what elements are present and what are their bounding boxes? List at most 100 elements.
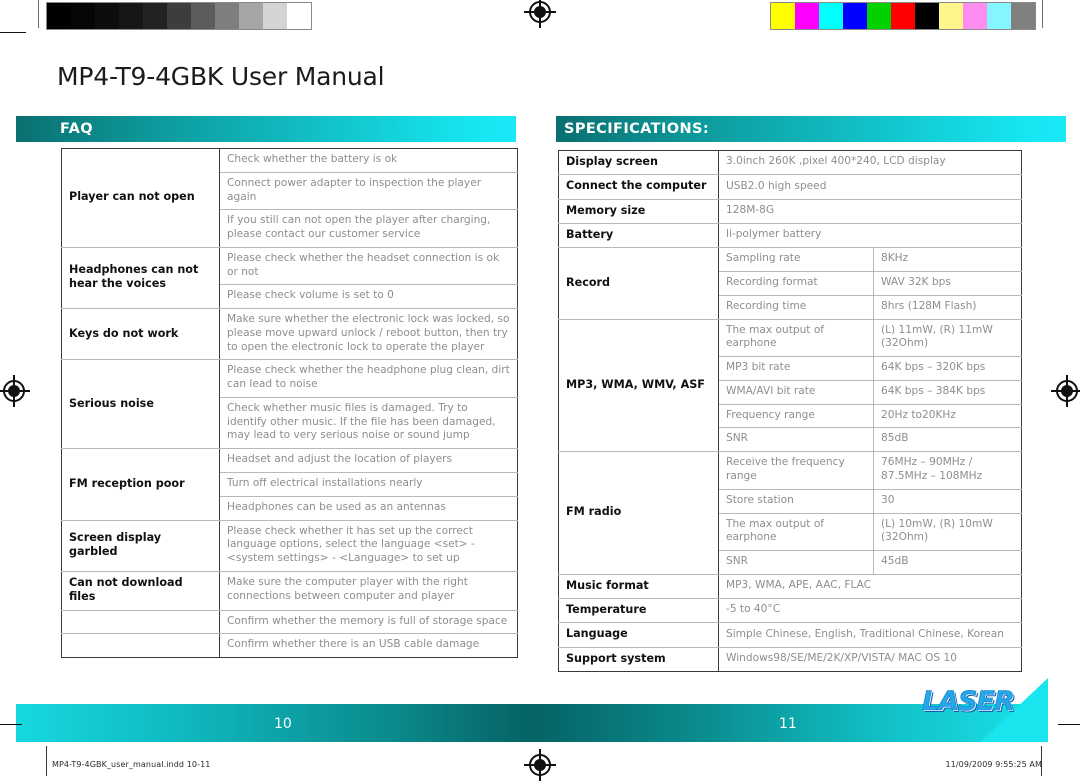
table-row: Player can not open Check whether the bat…	[61, 148, 518, 248]
spec-value-cell: (L) 10mW, (R) 10mW (32Ohm)	[872, 512, 1023, 552]
crop-mark-top-left	[0, 32, 26, 33]
laser-logo-text: LASER	[922, 686, 1015, 718]
spec-subkey-cell: Recording format	[718, 271, 874, 296]
faq-table: Player can not open Check whether the bat…	[61, 148, 518, 659]
spec-value-cell: MP3, WMA, APE, AAC, FLAC	[717, 573, 1023, 600]
specifications-table: Display screen 3.0inch 260K ,pixel 400*24…	[558, 149, 1023, 673]
spec-value-cell: li-polymer battery	[717, 222, 1023, 249]
faq-solution-cell: If you still can not open the player aft…	[219, 209, 518, 248]
table-row: Display screen 3.0inch 260K ,pixel 400*24…	[558, 149, 1023, 176]
spec-value-cell: 64K bps – 384K bps	[872, 379, 1023, 405]
spec-value-cell: Simple Chinese, English, Traditional Chi…	[717, 622, 1023, 648]
manual-page: MP4-T9-4GBK User Manual FAQ SPECIFICATIO…	[0, 0, 1080, 782]
gray-swatch-9	[263, 3, 287, 29]
table-row: Record Sampling rate 8KHz	[558, 247, 1023, 320]
spec-subkey-cell: Sampling rate	[718, 247, 874, 273]
spec-key-cell: Temperature	[558, 598, 719, 624]
color-swatch-6	[915, 3, 939, 29]
faq-problem-cell: Headphones can not hear the voices	[61, 246, 220, 310]
faq-solution-cell: Please check whether the headset connect…	[219, 246, 518, 286]
table-row: Screen display garbled Please check wheth…	[61, 519, 518, 572]
faq-solution-cell: Confirm whether the memory is full of st…	[219, 609, 518, 635]
spec-value-cell: 8KHz	[872, 247, 1023, 273]
table-row: Serious noise Please check whether the he…	[61, 359, 518, 450]
registration-mark-left-icon	[0, 375, 30, 407]
gray-swatch-3	[119, 3, 143, 29]
faq-solution-cell: Check whether the battery is ok	[219, 148, 518, 173]
table-row: Temperature -5 to 40°C	[558, 598, 1023, 624]
spec-key-cell: Connect the computer	[558, 174, 719, 200]
spec-key-cell: Music format	[558, 573, 719, 600]
page-title: MP4-T9-4GBK User Manual	[57, 62, 385, 91]
color-swatch-5	[891, 3, 915, 29]
spec-value-cell: -5 to 40°C	[717, 598, 1023, 624]
crop-tick-left	[38, 0, 39, 28]
faq-solution-cell: Connect power adapter to inspection the …	[219, 171, 518, 211]
table-row: Music format MP3, WMA, APE, AAC, FLAC	[558, 573, 1023, 600]
spec-value-cell: 85dB	[872, 427, 1023, 453]
spec-subkey-cell: The max output of earphone	[718, 318, 874, 358]
gray-swatch-1	[71, 3, 95, 29]
spec-subkey-cell: Frequency range	[718, 403, 874, 429]
spec-key-cell: MP3, WMA, WMV, ASF	[558, 318, 719, 453]
spec-value-cell: 3.0inch 260K ,pixel 400*240, LCD display	[717, 149, 1023, 176]
spec-value-cell: 128M-8G	[717, 198, 1023, 224]
faq-section-header: FAQ	[16, 116, 516, 142]
faq-heading-label: FAQ	[60, 121, 93, 137]
color-swatch-4	[867, 3, 891, 29]
table-row: Language Simple Chinese, English, Traditi…	[558, 622, 1023, 648]
spec-value-cell: USB2.0 high speed	[717, 174, 1023, 200]
color-swatch-1	[795, 3, 819, 29]
color-swatch-9	[987, 3, 1011, 29]
table-row: Confirm whether the memory is full of st…	[61, 609, 518, 635]
faq-solution-cell: Confirm whether there is an USB cable da…	[219, 633, 518, 659]
gray-swatch-4	[143, 3, 167, 29]
table-row: MP3, WMA, WMV, ASF The max output of earp…	[558, 318, 1023, 453]
table-row: Can not download files Make sure the comp…	[61, 570, 518, 611]
spec-value-cell: 45dB	[872, 550, 1023, 575]
faq-solution-cell: Turn off electrical installations nearly	[219, 472, 518, 497]
faq-problem-cell: Screen display garbled	[61, 519, 220, 572]
faq-solution-cell: Please check volume is set to 0	[219, 284, 518, 310]
registration-mark-bottom-icon	[524, 749, 556, 781]
registration-mark-right-icon	[1051, 375, 1080, 407]
color-swatch-7	[939, 3, 963, 29]
faq-problem-cell	[61, 633, 220, 659]
spec-key-cell: Display screen	[558, 149, 719, 176]
grayscale-calibration-bars	[46, 2, 312, 30]
footer-bar	[16, 704, 1048, 742]
spec-value-cell: 76MHz – 90MHz / 87.5MHz – 108MHz	[872, 451, 1023, 490]
color-calibration-bars	[770, 2, 1036, 30]
registration-mark-top-icon	[524, 0, 556, 28]
color-swatch-8	[963, 3, 987, 29]
faq-solution-cell: Please check whether the headphone plug …	[219, 359, 518, 398]
spec-key-cell: Record	[558, 247, 719, 320]
table-row: FM reception poor Headset and adjust the …	[61, 448, 518, 521]
spec-subkey-cell: SNR	[718, 550, 874, 575]
crop-mark-bottom-left	[0, 724, 22, 725]
specifications-heading-label: SPECIFICATIONS:	[564, 121, 710, 137]
page-number-right: 11	[779, 716, 797, 732]
faq-solution-cell: Please check whether it has set up the c…	[219, 519, 518, 572]
color-swatch-2	[819, 3, 843, 29]
spec-subkey-cell: MP3 bit rate	[718, 356, 874, 381]
color-swatch-10	[1011, 3, 1035, 29]
specifications-section-header: SPECIFICATIONS:	[556, 116, 1066, 142]
page-number-left: 10	[274, 716, 292, 732]
color-swatch-3	[843, 3, 867, 29]
table-row: FM radio Receive the frequency range 76MHz…	[558, 451, 1023, 575]
faq-solution-cell: Headset and adjust the location of playe…	[219, 448, 518, 474]
table-row: Headphones can not hear the voices Please…	[61, 246, 518, 310]
table-row: Connect the computer USB2.0 high speed	[558, 174, 1023, 200]
table-row: Keys do not work Make sure whether the el…	[61, 308, 518, 361]
spec-key-cell: Language	[558, 622, 719, 648]
faq-problem-cell	[61, 609, 220, 635]
spec-subkey-cell: WMA/AVI bit rate	[718, 379, 874, 405]
table-row: Confirm whether there is an USB cable da…	[61, 633, 518, 659]
gray-swatch-2	[95, 3, 119, 29]
color-swatch-0	[771, 3, 795, 29]
gray-swatch-6	[191, 3, 215, 29]
spec-subkey-cell: SNR	[718, 427, 874, 453]
gray-swatch-5	[167, 3, 191, 29]
crop-mark-bottom-right	[1058, 724, 1080, 725]
